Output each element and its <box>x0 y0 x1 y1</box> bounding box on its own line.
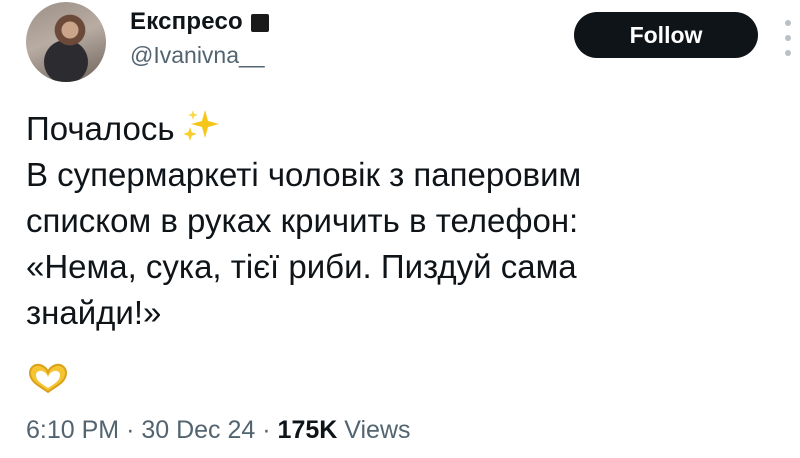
tweet-line-5: знайди!» <box>26 294 162 331</box>
tweet-line-1: Почалось <box>26 106 766 152</box>
tweet-line-3: списком в руках кричить в телефон: <box>26 202 579 239</box>
tweet-date[interactable]: 30 Dec 24 <box>141 416 255 444</box>
display-name[interactable]: Експресо <box>130 8 243 36</box>
tweet-line-1-text: Почалось <box>26 110 175 147</box>
views-label: Views <box>344 416 411 444</box>
tweet-line-4: «Нема, сука, тієї риби. Пиздуй сама <box>26 248 577 285</box>
tweet-line-2: В супермаркеті чоловік з паперовим <box>26 156 582 193</box>
tweet-time[interactable]: 6:10 PM <box>26 416 119 444</box>
sparkles-icon <box>182 110 219 141</box>
meta-separator: · <box>126 416 135 444</box>
views-count[interactable]: 175K <box>278 416 338 444</box>
handle[interactable]: @Ivanivna__ <box>130 42 269 69</box>
name-row: Експресо <box>130 6 269 38</box>
author-block: Експресо @Ivanivna__ <box>130 6 269 69</box>
tweet-meta: 6:10 PM · 30 Dec 24 · 175K Views <box>26 416 411 445</box>
tweet-text: Почалось В супермаркеті чоловік з паперо… <box>26 106 766 336</box>
black-square-icon <box>250 14 269 32</box>
more-options-icon[interactable] <box>783 20 793 56</box>
heart-hands-icon <box>28 363 68 394</box>
avatar[interactable] <box>26 2 106 82</box>
follow-button[interactable]: Follow <box>574 12 758 58</box>
meta-separator: · <box>262 416 271 444</box>
